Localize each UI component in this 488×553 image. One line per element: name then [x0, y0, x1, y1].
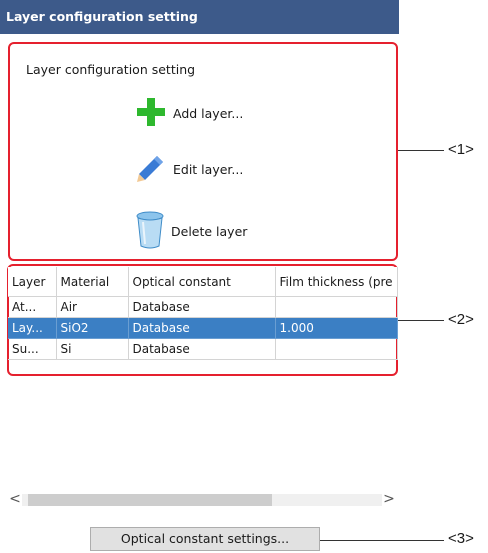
table-cell: Database	[128, 338, 276, 360]
table-cell: Si	[56, 338, 129, 360]
table-cell: Air	[56, 296, 129, 318]
callout-label-1: <1>	[448, 141, 474, 158]
callout-label-3: <3>	[448, 530, 474, 547]
table-cell: Su...	[8, 338, 57, 360]
column-header[interactable]: Layer	[8, 267, 57, 297]
table-header-row: Layer Material Optical constant Film thi…	[8, 267, 398, 297]
pencil-icon	[135, 152, 167, 187]
table-cell: 1.000	[275, 317, 398, 339]
callout-line-1	[398, 150, 444, 151]
table-row-selected[interactable]: Lay... SiO2 Database 1.000	[8, 317, 398, 339]
column-header[interactable]: Film thickness (pre	[275, 267, 398, 297]
delete-layer-label: Delete layer	[171, 224, 248, 239]
scroll-right-arrow-icon[interactable]: >	[382, 490, 396, 508]
edit-layer-label: Edit layer...	[173, 162, 244, 177]
delete-layer-button[interactable]: Delete layer	[135, 210, 247, 253]
table-cell: Lay...	[8, 317, 57, 339]
table-cell: At...	[8, 296, 57, 318]
callout-line-2	[398, 320, 444, 321]
layer-table: Layer Material Optical constant Film thi…	[8, 267, 398, 360]
window-title: Layer configuration setting	[0, 0, 399, 34]
callout-label-2: <2>	[448, 311, 474, 328]
optical-constant-settings-button[interactable]: Optical constant settings...	[90, 527, 320, 551]
column-header[interactable]: Material	[56, 267, 129, 297]
plus-icon	[135, 96, 167, 131]
table-cell	[275, 338, 398, 360]
trash-can-icon	[135, 210, 165, 253]
add-layer-label: Add layer...	[173, 106, 244, 121]
column-header[interactable]: Optical constant	[128, 267, 276, 297]
table-cell	[275, 296, 398, 318]
table-cell: SiO2	[56, 317, 129, 339]
table-cell: Database	[128, 317, 276, 339]
edit-layer-button[interactable]: Edit layer...	[135, 152, 243, 187]
table-row[interactable]: At... Air Database	[8, 296, 398, 318]
group-label: Layer configuration setting	[26, 62, 196, 77]
callout-line-3	[320, 540, 444, 541]
scroll-left-arrow-icon[interactable]: <	[8, 490, 22, 508]
add-layer-button[interactable]: Add layer...	[135, 96, 243, 131]
horizontal-scrollbar[interactable]: < >	[8, 490, 397, 508]
table-row[interactable]: Su... Si Database	[8, 338, 398, 360]
scrollbar-thumb[interactable]	[28, 494, 272, 506]
table-cell: Database	[128, 296, 276, 318]
